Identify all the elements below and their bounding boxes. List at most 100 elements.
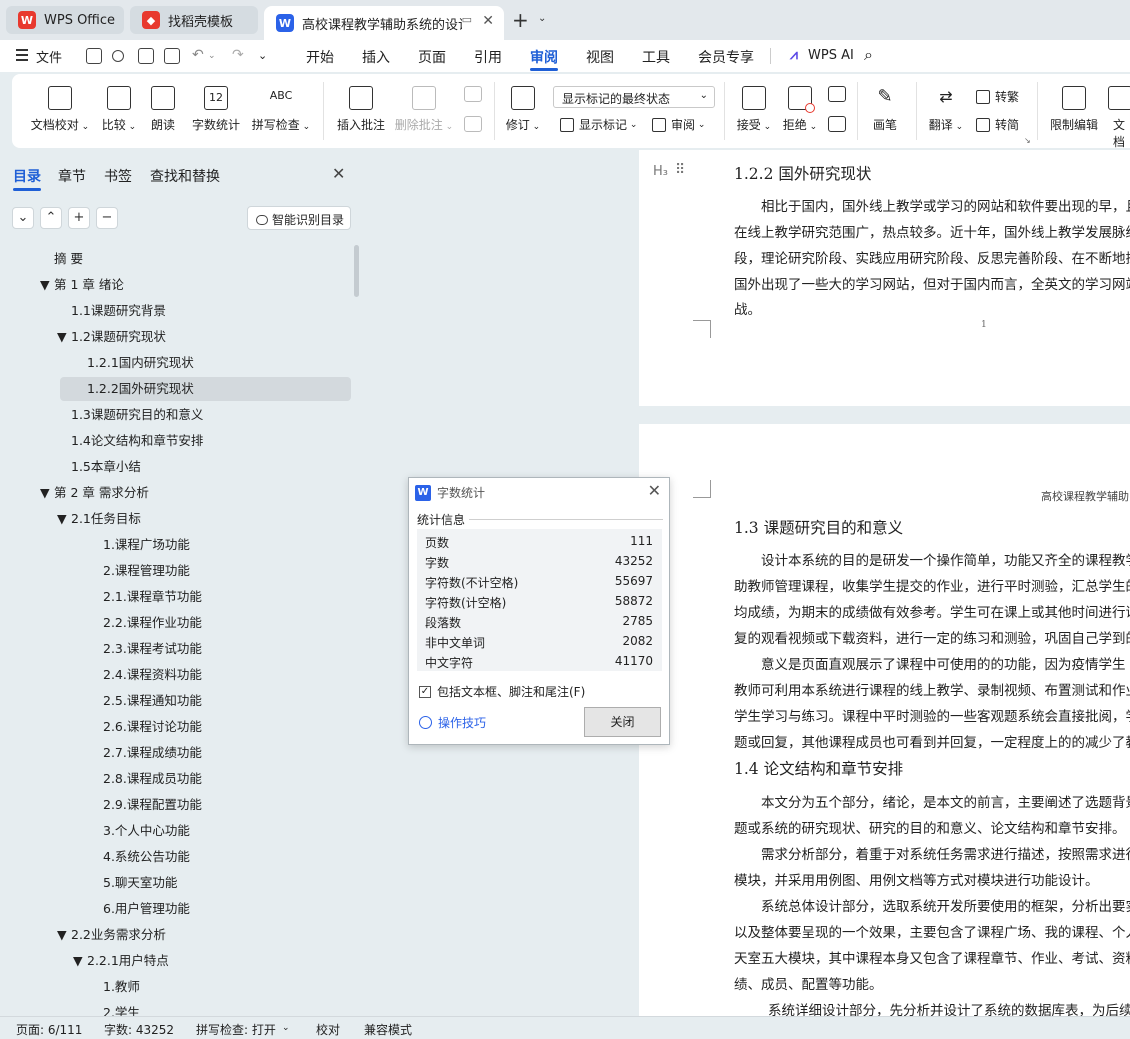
markup-state-dropdown[interactable]: 显示标记的最终状态 ⌄ bbox=[553, 86, 715, 108]
dialog-launcher-icon[interactable]: ↘ bbox=[1024, 136, 1031, 145]
toc-item[interactable]: 摘 要 bbox=[54, 247, 83, 271]
toc-item[interactable]: 2.1.课程章节功能 bbox=[103, 585, 202, 609]
dialog-close-button[interactable]: 关闭 bbox=[584, 707, 661, 737]
status-spell-check[interactable]: 拼写检查: 打开 bbox=[196, 1021, 276, 1038]
checkbox-checked-icon[interactable]: ✓ bbox=[419, 685, 431, 698]
review-pane-button[interactable]: 审阅 ⌄ bbox=[652, 116, 705, 133]
compare-button[interactable]: 比较 ⌄ bbox=[98, 86, 140, 133]
expand-down-button[interactable]: ⌄ bbox=[12, 207, 34, 229]
tab-current-document[interactable]: W 高校课程教学辅助系统的设计与 ▭ ✕ bbox=[264, 6, 504, 40]
restrict-edit-button[interactable]: 限制编辑 bbox=[1046, 86, 1102, 133]
caret-down-icon[interactable]: ▼ bbox=[57, 923, 67, 947]
spell-check-button[interactable]: ABC 拼写检查 ⌄ bbox=[250, 86, 312, 133]
add-heading-button[interactable]: + bbox=[68, 207, 90, 229]
nav-tab-bookmarks[interactable]: 书签 bbox=[104, 166, 132, 186]
menu-member[interactable]: 会员专享 bbox=[698, 47, 754, 67]
menu-reference[interactable]: 引用 bbox=[474, 47, 502, 67]
toc-item[interactable]: 2.课程管理功能 bbox=[103, 559, 190, 583]
toc-item[interactable]: 1.教师 bbox=[103, 975, 140, 999]
toc-item[interactable]: 2.4.课程资料功能 bbox=[103, 663, 202, 687]
read-aloud-button[interactable]: 朗读 bbox=[148, 86, 178, 133]
undo-icon[interactable]: ↶ bbox=[192, 47, 204, 63]
toc-item[interactable]: 1.4论文结构和章节安排 bbox=[71, 429, 203, 453]
nav-tab-sections[interactable]: 章节 bbox=[58, 166, 86, 186]
next-comment-button[interactable] bbox=[462, 116, 484, 138]
drag-handle-icon[interactable]: ⠿ bbox=[675, 162, 685, 178]
toc-item[interactable]: 1.3课题研究目的和意义 bbox=[71, 403, 203, 427]
toc-item[interactable]: 4.系统公告功能 bbox=[103, 845, 190, 869]
tab-wps-office[interactable]: W WPS Office bbox=[6, 6, 124, 34]
status-page[interactable]: 页面: 6/111 bbox=[16, 1021, 82, 1038]
translate-button[interactable]: ⇄ 翻译 ⌄ bbox=[926, 86, 966, 133]
menu-review[interactable]: 审阅 bbox=[530, 47, 558, 67]
menu-wps-ai[interactable]: WPS AI bbox=[808, 48, 854, 63]
status-word-count[interactable]: 字数: 43252 bbox=[104, 1021, 174, 1038]
revise-button[interactable]: 修订 ⌄ bbox=[504, 86, 542, 133]
dialog-title-bar[interactable]: W 字数统计 bbox=[415, 484, 485, 501]
caret-down-icon[interactable]: ▼ bbox=[57, 507, 67, 531]
show-markup-button[interactable]: 显示标记 ⌄ bbox=[560, 116, 637, 133]
menu-insert[interactable]: 插入 bbox=[362, 47, 390, 67]
prev-change-button[interactable] bbox=[826, 86, 848, 108]
tab-docer-templates[interactable]: ◆ 找稻壳模板 bbox=[130, 6, 258, 34]
chevron-down-icon[interactable]: ⌄ bbox=[282, 1023, 290, 1033]
toc-item[interactable]: 第 1 章 绪论 bbox=[54, 273, 124, 297]
smart-toc-button[interactable]: 智能识别目录 bbox=[247, 206, 351, 230]
to-traditional-button[interactable]: 转繁 bbox=[976, 88, 1019, 105]
toc-item[interactable]: 1.课程广场功能 bbox=[103, 533, 190, 557]
toc-item[interactable]: 1.1课题研究背景 bbox=[71, 299, 166, 323]
toc-item[interactable]: 1.2.1国内研究现状 bbox=[87, 351, 194, 375]
prev-comment-button[interactable] bbox=[462, 86, 484, 108]
toc-item[interactable]: 2.3.课程考试功能 bbox=[103, 637, 202, 661]
remove-heading-button[interactable]: − bbox=[96, 207, 118, 229]
toc-item[interactable]: 2.2业务需求分析 bbox=[71, 923, 166, 947]
toc-item[interactable]: 2.2.课程作业功能 bbox=[103, 611, 202, 635]
toc-item[interactable]: 2.9.课程配置功能 bbox=[103, 793, 202, 817]
toc-item-selected[interactable]: 1.2.2国外研究现状 bbox=[87, 377, 194, 401]
chevron-down-icon[interactable]: ⌄ bbox=[538, 13, 546, 24]
caret-down-icon[interactable]: ▼ bbox=[40, 481, 50, 505]
caret-down-icon[interactable]: ▼ bbox=[73, 949, 83, 973]
search-icon[interactable]: ⌕ bbox=[864, 45, 873, 65]
close-icon[interactable]: ✕ bbox=[482, 13, 494, 29]
new-tab-plus-icon[interactable]: + bbox=[512, 8, 529, 32]
nav-tab-find-replace[interactable]: 查找和替换 bbox=[150, 166, 220, 186]
toc-item[interactable]: 2.6.课程讨论功能 bbox=[103, 715, 202, 739]
nav-tab-toc[interactable]: 目录 bbox=[13, 166, 41, 186]
toc-item[interactable]: 2.7.课程成绩功能 bbox=[103, 741, 202, 765]
include-textbox-checkbox[interactable]: ✓ 包括文本框、脚注和尾注(F) bbox=[419, 683, 585, 700]
menu-tools[interactable]: 工具 bbox=[642, 47, 670, 67]
reject-button[interactable]: 拒绝 ⌄ bbox=[780, 86, 820, 133]
caret-down-icon[interactable]: ▼ bbox=[57, 325, 67, 349]
word-count-button[interactable]: 12 字数统计 bbox=[190, 86, 242, 133]
tips-link[interactable]: 操作技巧 bbox=[419, 714, 486, 731]
save-icon[interactable] bbox=[86, 48, 102, 64]
toc-item[interactable]: 3.个人中心功能 bbox=[103, 819, 190, 843]
toc-item[interactable]: 第 2 章 需求分析 bbox=[54, 481, 149, 505]
monitor-icon[interactable]: ▭ bbox=[462, 13, 472, 26]
menu-start[interactable]: 开始 bbox=[306, 47, 334, 67]
collapse-up-button[interactable]: ⌃ bbox=[40, 207, 62, 229]
insert-comment-button[interactable]: 插入批注 bbox=[334, 86, 388, 133]
toc-item[interactable]: 6.用户管理功能 bbox=[103, 897, 190, 921]
close-icon[interactable]: ✕ bbox=[648, 481, 661, 500]
caret-down-icon[interactable]: ▼ bbox=[40, 273, 50, 297]
status-proofread[interactable]: 校对 bbox=[316, 1021, 340, 1038]
chevron-down-icon[interactable]: ⌄ bbox=[208, 51, 216, 61]
toc-item[interactable]: 1.5本章小结 bbox=[71, 455, 141, 479]
menu-page[interactable]: 页面 bbox=[418, 47, 446, 67]
document-more-button[interactable]: 文档 bbox=[1108, 86, 1130, 150]
close-icon[interactable]: ✕ bbox=[332, 164, 345, 183]
menu-file[interactable]: 文件 bbox=[36, 47, 62, 66]
toc-item[interactable]: 1.2课题研究现状 bbox=[71, 325, 166, 349]
toc-item[interactable]: 2.1任务目标 bbox=[71, 507, 141, 531]
toc-item[interactable]: 2.5.课程通知功能 bbox=[103, 689, 202, 713]
toc-item[interactable]: 2.8.课程成员功能 bbox=[103, 767, 202, 791]
pen-button[interactable]: ✎ 画笔 bbox=[868, 86, 902, 133]
toc-item[interactable]: 2.2.1用户特点 bbox=[87, 949, 169, 973]
print-preview-icon[interactable] bbox=[164, 48, 180, 64]
toc-item[interactable]: 2.学生 bbox=[103, 1001, 140, 1016]
to-simplified-button[interactable]: 转简 bbox=[976, 116, 1019, 133]
toc-item[interactable]: 5.聊天室功能 bbox=[103, 871, 177, 895]
toc-scrollbar[interactable] bbox=[354, 245, 359, 297]
